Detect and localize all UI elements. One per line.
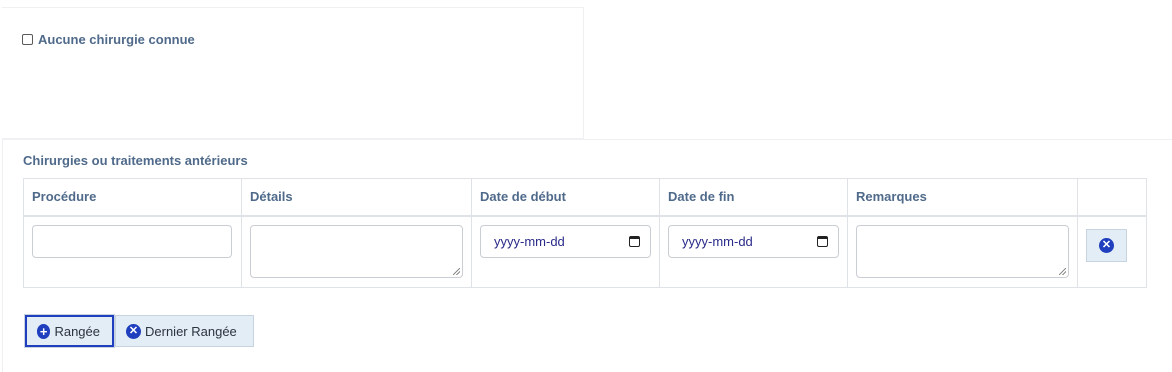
x-circle-icon: ✕ [126, 323, 141, 339]
add-row-button[interactable]: + Rangée [25, 315, 114, 347]
cell-actions: ✕ [1077, 215, 1147, 288]
cell-procedure [23, 215, 242, 288]
plus-circle-icon: + [37, 323, 51, 339]
column-header-procedure: Procédure [23, 178, 242, 217]
x-circle-icon: ✕ [1099, 237, 1114, 253]
table-row: yyyy-mm-dd yyyy-mm-dd ✕ [23, 215, 1147, 288]
start-date-input[interactable]: yyyy-mm-dd [480, 224, 651, 258]
cell-remarks [847, 215, 1078, 288]
section-title: Chirurgies ou traitements antérieurs [23, 153, 248, 168]
details-textarea[interactable] [250, 224, 463, 278]
procedure-input[interactable] [32, 224, 232, 258]
no-surgery-checkbox[interactable] [22, 34, 33, 45]
cell-details [241, 215, 472, 288]
start-date-placeholder: yyyy-mm-dd [494, 233, 565, 249]
row-actions: + Rangée ✕ Dernier Rangée [25, 315, 254, 347]
remove-last-row-label: Dernier Rangée [145, 323, 237, 339]
column-header-actions [1077, 178, 1147, 217]
surgery-history-panel: Chirurgies ou traitements antérieurs Pro… [2, 139, 1172, 372]
remarks-textarea[interactable] [856, 224, 1069, 278]
cell-start-date: yyyy-mm-dd [471, 215, 660, 288]
surgery-table: Procédure Détails Date de début Date de … [23, 178, 1147, 288]
delete-row-button[interactable]: ✕ [1086, 228, 1127, 262]
no-surgery-option[interactable]: Aucune chirurgie connue [22, 32, 195, 47]
calendar-icon[interactable] [629, 235, 640, 247]
table-header-row: Procédure Détails Date de début Date de … [23, 178, 1147, 217]
column-header-remarks: Remarques [847, 178, 1078, 217]
column-header-details: Détails [241, 178, 472, 217]
cell-end-date: yyyy-mm-dd [659, 215, 848, 288]
end-date-input[interactable]: yyyy-mm-dd [668, 224, 839, 258]
end-date-placeholder: yyyy-mm-dd [682, 233, 753, 249]
no-surgery-label[interactable]: Aucune chirurgie connue [38, 32, 195, 47]
calendar-icon[interactable] [817, 235, 828, 247]
no-surgery-panel: Aucune chirurgie connue [2, 7, 584, 139]
resize-handle-icon[interactable] [1059, 267, 1066, 275]
column-header-start-date: Date de début [471, 178, 660, 217]
resize-handle-icon[interactable] [453, 267, 460, 275]
add-row-label: Rangée [54, 323, 100, 339]
remove-last-row-button[interactable]: ✕ Dernier Rangée [115, 315, 254, 347]
column-header-end-date: Date de fin [659, 178, 848, 217]
